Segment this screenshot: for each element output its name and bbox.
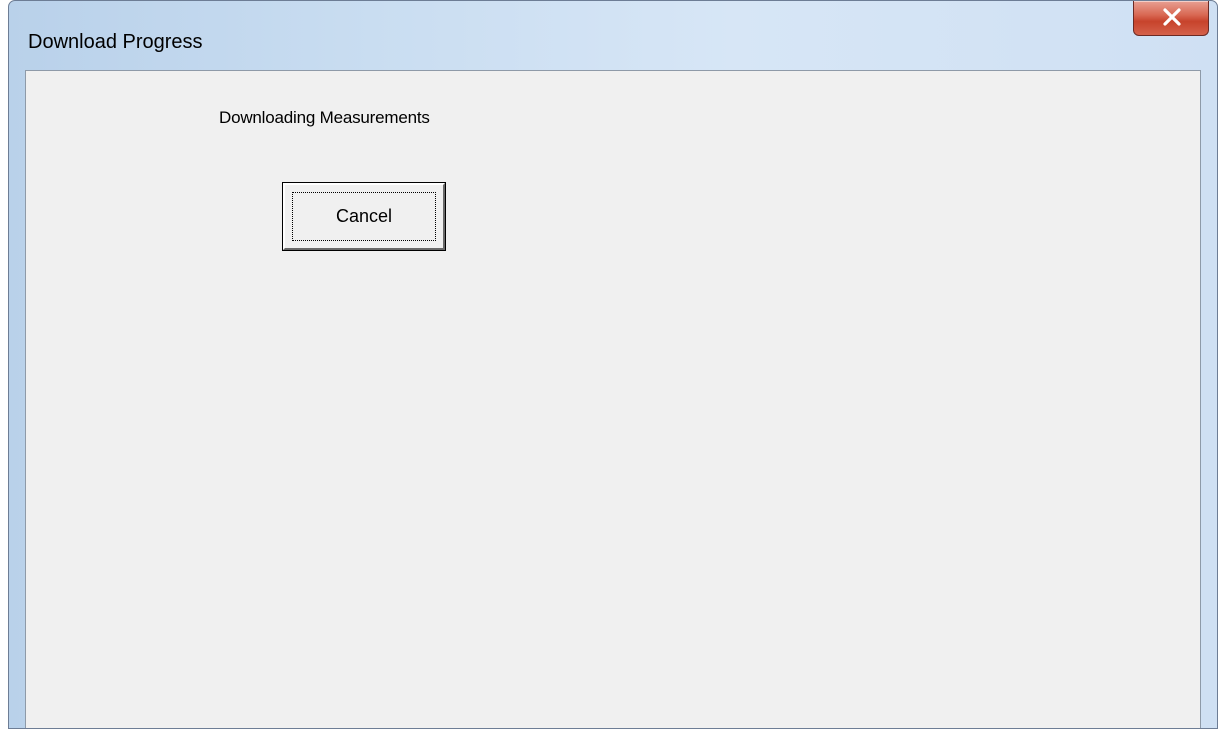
- close-icon: [1163, 8, 1181, 26]
- cancel-button-label: Cancel: [335, 206, 393, 226]
- close-button[interactable]: [1133, 1, 1209, 36]
- window-title: Download Progress: [28, 31, 203, 53]
- title-bar[interactable]: Download Progress: [9, 1, 1217, 69]
- dialog-window: Download Progress Downloading Measuremen…: [8, 0, 1218, 729]
- cancel-button[interactable]: Cancel: [282, 182, 446, 251]
- dialog-client-area: Downloading Measurements Cancel: [25, 70, 1201, 728]
- download-status-label: Downloading Measurements: [219, 108, 430, 127]
